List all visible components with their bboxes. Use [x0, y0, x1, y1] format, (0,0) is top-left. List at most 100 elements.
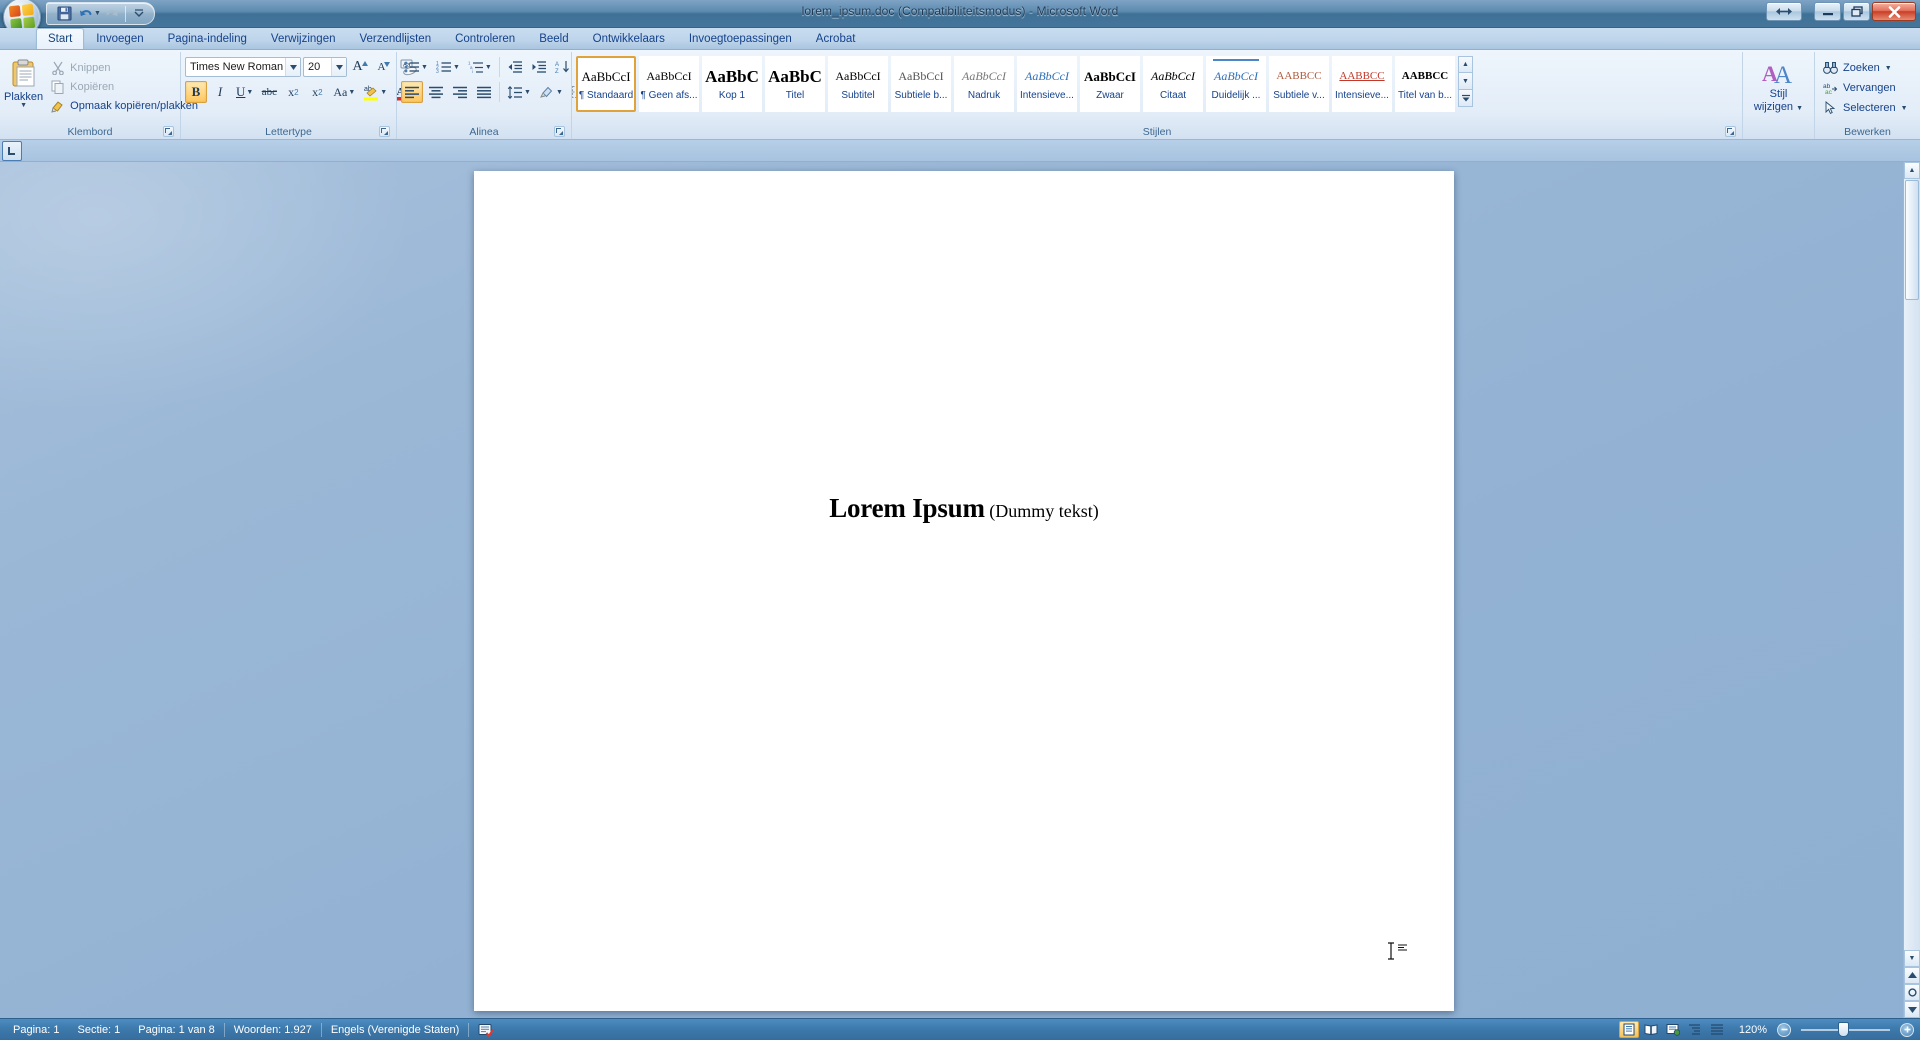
scrollbar-thumb[interactable] [1905, 180, 1919, 300]
style-kop-1[interactable]: AaBbC Kop 1 [702, 56, 762, 112]
style-subtitel[interactable]: AaBbCcI Subtitel [828, 56, 888, 112]
bullets-button[interactable]: ▼ [401, 56, 431, 78]
change-styles-button[interactable]: A A Stijl wijzigen ▼ [1747, 56, 1810, 115]
status-page[interactable]: Pagina: 1 [4, 1020, 68, 1040]
numbering-button[interactable]: 123 ▼ [433, 56, 463, 78]
web-layout-view-button[interactable] [1663, 1021, 1683, 1038]
find-button[interactable]: Zoeken ▼ [1819, 58, 1896, 78]
style-nadruk[interactable]: AaBbCcI Nadruk [954, 56, 1014, 112]
resize-window-button[interactable] [1766, 2, 1802, 21]
spelling-check-icon [478, 1023, 495, 1037]
style-preview: AaBbC [768, 66, 822, 86]
scroll-up-button[interactable]: ▲ [1904, 162, 1920, 179]
tab-start[interactable]: Start [36, 28, 85, 49]
change-case-button[interactable]: Aa ▼ [330, 81, 358, 103]
grow-font-button[interactable]: A [349, 56, 371, 78]
style-citaat[interactable]: AaBbCcI Citaat [1143, 56, 1203, 112]
select-button[interactable]: Selecteren ▼ [1819, 98, 1912, 118]
subscript-button[interactable]: x2 [282, 81, 304, 103]
style-zwaar[interactable]: AaBbCcI Zwaar [1080, 56, 1140, 112]
tab-invoegtoepassingen[interactable]: Invoegtoepassingen [677, 28, 804, 49]
tab-invoegen[interactable]: Invoegen [84, 28, 155, 49]
style-duidelijk-citaat[interactable]: AaBbCcI Duidelijk ... [1206, 56, 1266, 112]
line-spacing-icon [507, 85, 522, 99]
clipboard-dialog-launcher[interactable] [163, 126, 174, 137]
style-preview: AABBCC [1276, 69, 1322, 82]
status-word-count[interactable]: Woorden: 1.927 [225, 1020, 321, 1040]
style-standaard[interactable]: AaBbCcI ¶ Standaard [576, 56, 636, 112]
justify-button[interactable] [473, 81, 495, 103]
style-subtiele-verwijzing[interactable]: AABBCC Subtiele v... [1269, 56, 1329, 112]
tab-beeld[interactable]: Beeld [527, 28, 580, 49]
replace-button[interactable]: ab ac Vervangen [1819, 78, 1900, 98]
next-page-button[interactable] [1904, 1001, 1920, 1018]
text-highlight-button[interactable]: ab ▼ [360, 81, 390, 103]
print-layout-view-button[interactable] [1618, 1021, 1639, 1038]
scroll-down-button[interactable]: ▼ [1904, 950, 1920, 967]
close-button[interactable] [1872, 2, 1916, 21]
italic-button[interactable]: I [209, 81, 231, 103]
font-size-combo[interactable]: 20 [303, 57, 347, 77]
outline-view-button[interactable] [1685, 1021, 1705, 1038]
bullets-icon [404, 61, 419, 73]
style-subtiele-benadrukking[interactable]: AaBbCcI Subtiele b... [891, 56, 951, 112]
align-center-button[interactable] [425, 81, 447, 103]
underline-button[interactable]: U ▼ [233, 81, 256, 103]
tab-verwijzingen[interactable]: Verwijzingen [259, 28, 348, 49]
line-spacing-button[interactable]: ▼ [504, 81, 534, 103]
font-dialog-launcher[interactable] [379, 126, 390, 137]
maximize-restore-button[interactable] [1843, 2, 1870, 21]
status-proofing-errors-button[interactable] [469, 1020, 503, 1040]
font-name-dropdown-icon[interactable] [285, 58, 300, 76]
zoom-slider-thumb[interactable] [1838, 1022, 1849, 1037]
increase-indent-button[interactable] [528, 56, 550, 78]
previous-page-button[interactable] [1904, 967, 1920, 984]
paste-button[interactable]: Plakken ▼ [4, 56, 43, 109]
svg-text:A: A [555, 62, 559, 68]
font-size-dropdown-icon[interactable] [331, 58, 346, 76]
tab-ontwikkelaars[interactable]: Ontwikkelaars [581, 28, 677, 49]
paragraph-divider-1 [498, 57, 500, 77]
styles-more-button[interactable] [1458, 90, 1473, 107]
superscript-button[interactable]: x2 [306, 81, 328, 103]
multilevel-list-button[interactable]: 1ai ▼ [465, 56, 495, 78]
draft-view-button[interactable] [1707, 1021, 1727, 1038]
tab-controleren[interactable]: Controleren [443, 28, 527, 49]
strikethrough-button[interactable]: abc [258, 81, 280, 103]
tab-pagina-indeling[interactable]: Pagina-indeling [156, 28, 259, 49]
style-titel[interactable]: AaBbC Titel [765, 56, 825, 112]
status-section[interactable]: Sectie: 1 [68, 1020, 129, 1040]
zoom-out-button[interactable] [1777, 1022, 1791, 1037]
bold-button[interactable]: B [185, 81, 207, 103]
style-intensieve-verwijzing[interactable]: AABBCC Intensieve... [1332, 56, 1392, 112]
zoom-in-button[interactable] [1900, 1022, 1914, 1037]
align-left-button[interactable] [401, 81, 423, 103]
align-right-button[interactable] [449, 81, 471, 103]
style-intensieve-nadruk[interactable]: AaBbCcI Intensieve... [1017, 56, 1077, 112]
styles-scroll-down-button[interactable]: ▼ [1458, 73, 1473, 90]
tab-verzendlijsten[interactable]: Verzendlijsten [348, 28, 444, 49]
style-titel-van-boek[interactable]: AABBCC Titel van b... [1395, 56, 1455, 112]
paste-dropdown-icon[interactable]: ▼ [20, 102, 27, 109]
style-geen-afstand[interactable]: AaBbCcI ¶ Geen afs... [639, 56, 699, 112]
full-screen-reading-view-button[interactable] [1641, 1021, 1661, 1038]
tab-stop-selector[interactable] [2, 140, 22, 161]
paragraph-dialog-launcher[interactable] [554, 126, 565, 137]
status-page-of[interactable]: Pagina: 1 van 8 [129, 1020, 223, 1040]
vertical-scrollbar[interactable]: ▲ ▼ [1903, 162, 1920, 1018]
shading-button[interactable]: ▼ [536, 81, 566, 103]
zoom-slider[interactable] [1793, 1022, 1898, 1037]
tab-acrobat[interactable]: Acrobat [804, 28, 868, 49]
styles-dialog-launcher[interactable] [1725, 126, 1736, 137]
minimize-button[interactable] [1814, 2, 1841, 21]
select-browse-object-button[interactable] [1904, 984, 1920, 1001]
decrease-indent-button[interactable] [504, 56, 526, 78]
status-language[interactable]: Engels (Verenigde Staten) [322, 1020, 468, 1040]
document-page[interactable]: Lorem Ipsum (Dummy tekst) [474, 171, 1454, 1011]
zoom-level-label[interactable]: 120% [1729, 1024, 1775, 1036]
find-dropdown-icon: ▼ [1884, 64, 1892, 72]
font-name-combo[interactable]: Times New Roman [185, 57, 301, 77]
scrollbar-track[interactable] [1904, 301, 1920, 950]
shrink-font-button[interactable]: A [373, 56, 395, 78]
styles-scroll-up-button[interactable]: ▲ [1458, 56, 1473, 73]
